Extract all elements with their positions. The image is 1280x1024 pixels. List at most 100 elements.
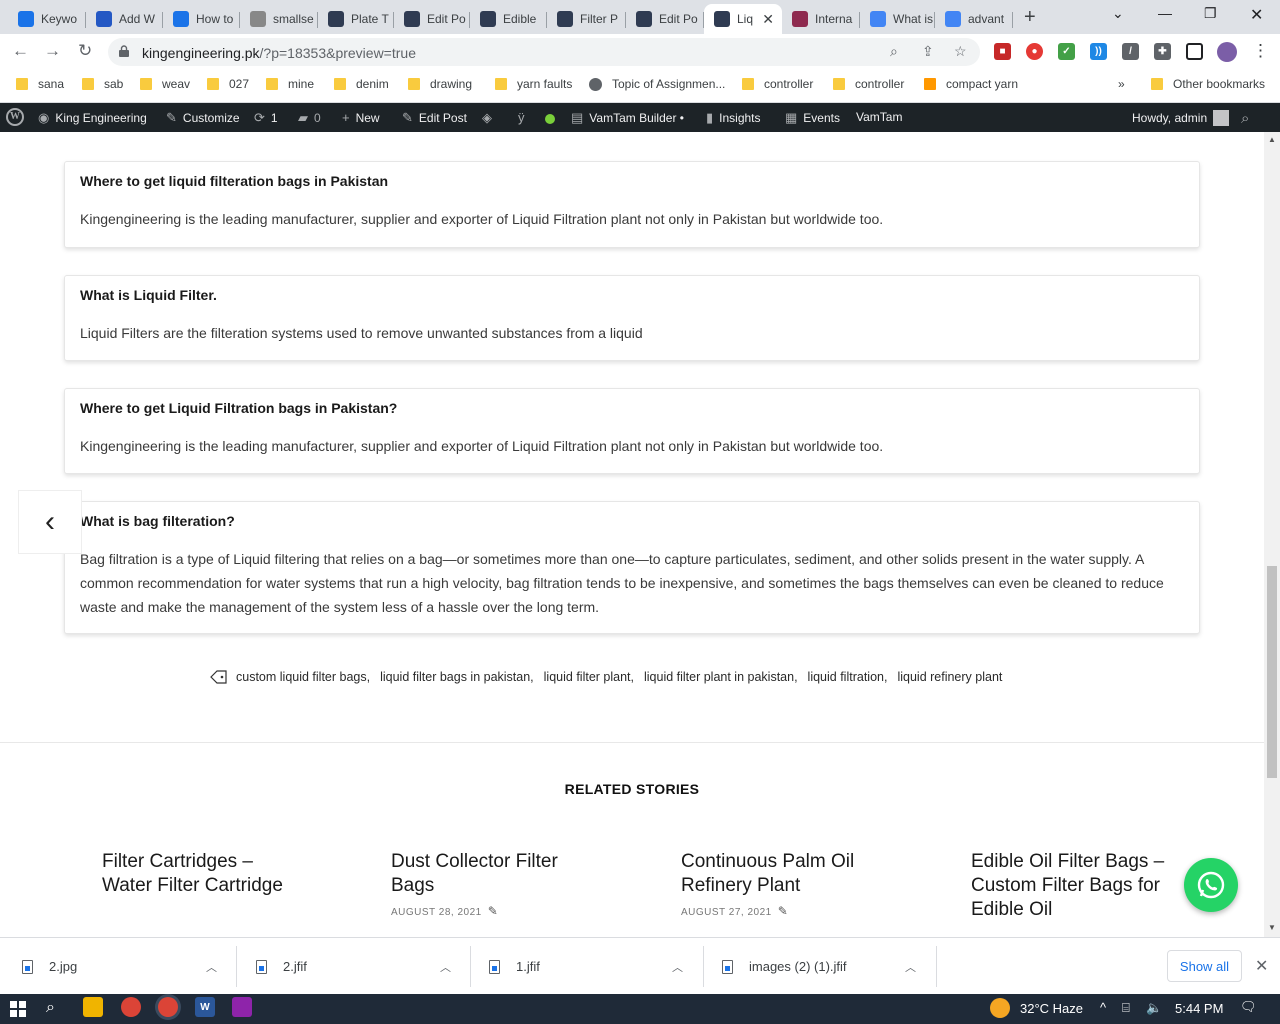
browser-tab[interactable]: Edible	[470, 4, 547, 34]
edit-pencil-icon[interactable]: ✎	[778, 904, 789, 918]
previous-post-arrow[interactable]: ‹	[18, 490, 82, 554]
new-tab-button[interactable]: +	[1024, 6, 1036, 29]
admin-bar-new[interactable]: + New	[342, 110, 380, 125]
admin-bar-vamtam-builder[interactable]: ▤ VamTam Builder •	[571, 110, 684, 126]
browser-tab[interactable]: Edit Po	[394, 4, 470, 34]
admin-bar-customize[interactable]: ✎ Customize	[166, 110, 240, 126]
address-bar[interactable]: kingengineering.pk/?p=18353&preview=true…	[108, 38, 980, 66]
scroll-down-icon[interactable]: ▼	[1268, 923, 1276, 932]
story-title[interactable]: Continuous Palm Oil Refinery Plant	[681, 850, 881, 898]
scrollbar-thumb[interactable]	[1267, 566, 1277, 778]
winrar-icon[interactable]	[232, 997, 252, 1017]
zoom-icon[interactable]: ⌕	[890, 43, 898, 60]
menu-kebab-icon[interactable]: ⋮	[1252, 41, 1269, 61]
browser-tab[interactable]: Plate T	[318, 4, 394, 34]
tag-link[interactable]: liquid filter bags in pakistan,	[380, 670, 534, 684]
chevron-up-icon[interactable]: ^	[1100, 1000, 1106, 1015]
browser-tab[interactable]: Filter P	[547, 4, 626, 34]
eyedropper-icon[interactable]: /	[1122, 43, 1139, 60]
side-panel-icon[interactable]	[1186, 43, 1203, 60]
tag-link[interactable]: liquid filter plant,	[544, 670, 634, 684]
extension-icon-2[interactable]: ●	[1026, 43, 1043, 60]
scroll-up-icon[interactable]: ▲	[1268, 135, 1276, 144]
bookmark-item[interactable]: drawing	[408, 77, 472, 91]
profile-avatar-icon[interactable]	[1217, 42, 1237, 62]
download-item[interactable]: 2.jfif ︿	[256, 938, 466, 995]
download-item[interactable]: 1.jfif ︿	[489, 938, 699, 995]
restore-button[interactable]: ❐	[1204, 5, 1217, 22]
wordpress-logo-icon[interactable]: W	[6, 108, 24, 126]
browser-tab[interactable]: Liq ✕	[704, 4, 782, 34]
admin-bar-comments[interactable]: ▰ 0	[298, 110, 321, 126]
bookmark-star-icon[interactable]: ☆	[954, 43, 967, 60]
related-story[interactable]: Continuous Palm Oil Refinery Plant AUGUS…	[681, 850, 881, 918]
tag-link[interactable]: liquid filtration,	[808, 670, 888, 684]
bookmark-item[interactable]: sab	[82, 77, 123, 91]
show-all-downloads-button[interactable]: Show all	[1167, 950, 1242, 982]
admin-bar-insights[interactable]: ▮ Insights	[706, 110, 761, 126]
weather-text[interactable]: 32°C Haze	[1020, 1001, 1083, 1016]
related-story[interactable]: Edible Oil Filter Bags – Custom Filter B…	[971, 850, 1171, 922]
chevron-up-icon[interactable]: ︿	[440, 959, 451, 975]
chevron-up-icon[interactable]: ︿	[206, 959, 217, 975]
story-title[interactable]: Filter Cartridges – Water Filter Cartrid…	[102, 850, 302, 898]
page-scrollbar[interactable]: ▲ ▼	[1264, 132, 1280, 937]
bookmark-item[interactable]: 027	[207, 77, 249, 91]
word-icon[interactable]: W	[195, 997, 215, 1017]
forward-icon[interactable]: →	[44, 41, 61, 61]
tag-link[interactable]: liquid refinery plant	[897, 670, 1002, 684]
close-tab-icon[interactable]: ✕	[762, 11, 774, 28]
story-title[interactable]: Dust Collector Filter Bags	[391, 850, 591, 898]
share-icon[interactable]: ⇪	[922, 43, 934, 60]
download-item[interactable]: images (2) (1).jfif ︿	[722, 938, 932, 995]
chrome-active-icon[interactable]	[158, 997, 178, 1017]
edit-pencil-icon[interactable]: ✎	[488, 904, 499, 918]
diamond-icon[interactable]: ◈	[482, 110, 498, 126]
extensions-puzzle-icon[interactable]: ✚	[1154, 43, 1171, 60]
volume-icon[interactable]: 🔈	[1146, 1000, 1162, 1016]
browser-tab[interactable]: Keywo	[8, 4, 86, 34]
related-story[interactable]: Dust Collector Filter Bags AUGUST 28, 20…	[391, 850, 591, 918]
related-story[interactable]: Filter Cartridges – Water Filter Cartrid…	[102, 850, 302, 898]
admin-bar-vamtam[interactable]: VamTam	[856, 110, 902, 124]
browser-tab[interactable]: Add W	[86, 4, 163, 34]
browser-tab[interactable]: How to	[163, 4, 240, 34]
extension-icon-3[interactable]: ✓	[1058, 43, 1075, 60]
chrome-icon[interactable]	[121, 997, 141, 1017]
tab-search-icon[interactable]: ⌄	[1112, 5, 1124, 22]
bookmark-item[interactable]: controller	[833, 77, 904, 91]
close-window-button[interactable]: ✕	[1250, 5, 1263, 25]
reload-icon[interactable]: ↻	[78, 41, 92, 61]
whatsapp-chat-button[interactable]	[1184, 858, 1238, 912]
bookmark-item[interactable]: denim	[334, 77, 389, 91]
bookmark-item[interactable]: sana	[16, 77, 64, 91]
extension-icon-4[interactable]: ))	[1090, 43, 1107, 60]
notifications-icon[interactable]: 🗨	[1240, 999, 1257, 1015]
story-title[interactable]: Edible Oil Filter Bags – Custom Filter B…	[971, 850, 1171, 922]
browser-tab[interactable]: advant	[935, 4, 1013, 34]
chevron-up-icon[interactable]: ︿	[672, 959, 683, 975]
browser-tab[interactable]: What is	[860, 4, 935, 34]
admin-bar-edit-post[interactable]: ✎ Edit Post	[402, 110, 467, 126]
chevron-up-icon[interactable]: ︿	[905, 959, 916, 975]
clock-time[interactable]: 5:44 PM	[1175, 1001, 1223, 1016]
close-downloads-icon[interactable]: ✕	[1255, 956, 1268, 976]
back-icon[interactable]: ←	[12, 41, 29, 61]
bookmarks-overflow-button[interactable]: »	[1118, 77, 1125, 91]
bookmark-item[interactable]: controller	[742, 77, 813, 91]
browser-tab[interactable]: smallse	[240, 4, 318, 34]
download-item[interactable]: 2.jpg ︿	[22, 938, 232, 995]
minimize-button[interactable]: —	[1158, 5, 1172, 21]
bookmark-item[interactable]: mine	[266, 77, 314, 91]
admin-bar-events[interactable]: ▦ Events	[785, 110, 840, 126]
weather-icon[interactable]	[990, 998, 1010, 1018]
extension-icon-1[interactable]: ■	[994, 43, 1011, 60]
bookmark-item[interactable]: compact yarn	[924, 77, 1018, 91]
admin-search-icon[interactable]: ⌕	[1241, 110, 1255, 127]
admin-bar-site[interactable]: ◉ King Engineering	[38, 110, 147, 126]
tag-link[interactable]: liquid filter plant in pakistan,	[644, 670, 798, 684]
browser-tab[interactable]: Interna	[782, 4, 860, 34]
yoast-icon[interactable]: ÿ	[518, 110, 531, 125]
admin-bar-updates[interactable]: ⟳ 1	[254, 110, 278, 126]
admin-bar-howdy[interactable]: Howdy, admin	[1132, 110, 1230, 126]
